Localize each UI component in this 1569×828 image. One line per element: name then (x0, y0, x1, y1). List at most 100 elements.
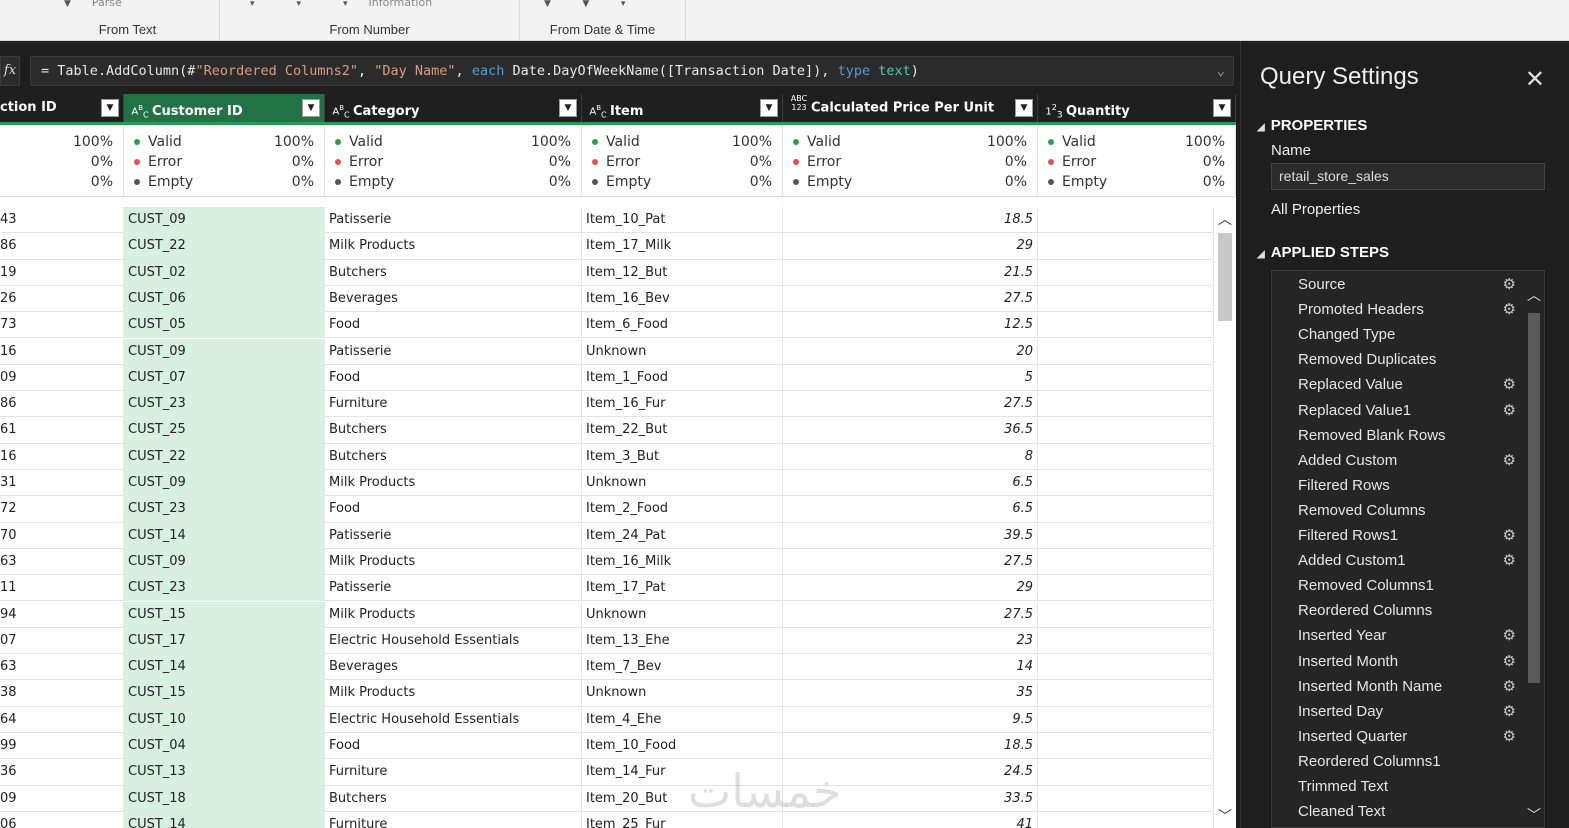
table-row[interactable]: 31 CUST_09 Milk Products Unknown 6.5 (0, 470, 1214, 497)
applied-step[interactable]: Removed Columns1 (1272, 573, 1524, 598)
column-type-icon[interactable]: ABC 123 (787, 94, 811, 122)
gear-icon[interactable]: ⚙ (1503, 548, 1516, 573)
table-cell[interactable]: Food (325, 364, 582, 391)
table-cell[interactable]: Electric Household Essentials (325, 706, 582, 733)
filter-dropdown-icon[interactable]: ▼ (101, 99, 119, 117)
table-cell[interactable]: Unknown (582, 601, 783, 628)
table-cell[interactable] (1038, 285, 1214, 312)
column-header-3[interactable]: ABC Category ▼ (325, 94, 582, 122)
table-row[interactable]: 72 CUST_23 Food Item_2_Food 6.5 (0, 496, 1214, 523)
applied-step[interactable]: Removed Duplicates (1272, 347, 1524, 372)
table-cell[interactable]: CUST_23 (124, 391, 325, 418)
table-cell[interactable]: Item_17_Pat (582, 575, 783, 602)
table-cell[interactable]: 39.5 (783, 522, 1038, 549)
table-cell[interactable]: Item_22_But (582, 417, 783, 444)
table-cell[interactable]: CUST_02 (124, 259, 325, 286)
table-cell[interactable]: 73 (0, 312, 124, 339)
table-cell[interactable]: Milk Products (325, 470, 582, 496)
table-cell[interactable]: 72 (0, 496, 124, 523)
table-cell[interactable]: 14 (783, 654, 1038, 681)
filter-dropdown-icon[interactable]: ▼ (559, 99, 577, 117)
applied-step[interactable]: Inserted Month ⚙ (1272, 649, 1524, 674)
table-row[interactable]: 63 CUST_14 Beverages Item_7_Bev 14 (0, 654, 1214, 681)
scroll-thumb[interactable] (1218, 233, 1232, 321)
gear-icon[interactable]: ⚙ (1503, 724, 1516, 749)
dropdown-icon[interactable]: ▾ (621, 0, 626, 9)
table-cell[interactable]: 36.5 (783, 417, 1038, 444)
table-cell[interactable]: 99 (0, 733, 124, 759)
table-cell[interactable] (1038, 680, 1214, 707)
table-row[interactable]: 07 CUST_17 Electric Household Essentials It… (0, 627, 1214, 655)
table-cell[interactable]: Furniture (325, 811, 582, 828)
table-cell[interactable]: Item_16_Fur (582, 391, 783, 418)
table-cell[interactable]: 6.5 (783, 470, 1038, 496)
applied-step[interactable]: Added Custom1 ⚙ (1272, 548, 1524, 573)
table-cell[interactable]: Patisserie (325, 338, 582, 365)
dropdown-icon[interactable]: ▾ (250, 0, 255, 9)
applied-step[interactable]: Cleaned Text (1272, 799, 1524, 824)
table-cell[interactable]: 18.5 (783, 207, 1038, 233)
applied-step[interactable]: Source ⚙ (1272, 272, 1524, 297)
table-row[interactable]: 86 CUST_22 Milk Products Item_17_Milk 29 (0, 233, 1214, 260)
table-cell[interactable]: 19 (0, 259, 124, 286)
dropdown-icon[interactable]: ▼ (544, 0, 551, 9)
applied-step[interactable]: Inserted Year ⚙ (1272, 623, 1524, 648)
table-cell[interactable] (1038, 443, 1214, 470)
applied-step[interactable]: Reordered Columns1 (1272, 749, 1524, 774)
table-cell[interactable]: 09 (0, 364, 124, 391)
table-row[interactable]: 16 CUST_22 Butchers Item_3_But 8 (0, 443, 1214, 470)
gear-icon[interactable]: ⚙ (1503, 699, 1516, 724)
gear-icon[interactable]: ⚙ (1503, 448, 1516, 473)
table-cell[interactable] (1038, 759, 1214, 786)
table-cell[interactable]: Butchers (325, 785, 582, 812)
table-cell[interactable]: CUST_09 (124, 338, 325, 365)
applied-step[interactable]: Promoted Headers ⚙ (1272, 297, 1524, 322)
table-cell[interactable]: Patisserie (325, 575, 582, 602)
table-row[interactable]: 70 CUST_14 Patisserie Item_24_Pat 39.5 (0, 522, 1214, 549)
table-row[interactable]: 06 CUST_14 Furniture Item_25_Fur 41 (0, 811, 1214, 828)
column-header-6[interactable]: 123 Quantity ▼ (1038, 94, 1236, 122)
table-cell[interactable]: Milk Products (325, 233, 582, 260)
table-cell[interactable]: CUST_14 (124, 654, 325, 681)
table-cell[interactable] (1038, 312, 1214, 339)
table-row[interactable]: 16 CUST_09 Patisserie Unknown 20 (0, 338, 1214, 365)
table-cell[interactable]: Unknown (582, 470, 783, 496)
gear-icon[interactable]: ⚙ (1503, 649, 1516, 674)
filter-dropdown-icon[interactable]: ▼ (1213, 99, 1231, 117)
table-cell[interactable]: Butchers (325, 417, 582, 444)
formula-bar[interactable]: = Table.AddColumn(#"Reordered Columns2",… (30, 56, 1234, 86)
parse-button[interactable]: Parse (92, 0, 122, 9)
table-cell[interactable]: 12.5 (783, 312, 1038, 339)
column-header-2[interactable]: ABC Customer ID ▼ (124, 94, 325, 122)
gear-icon[interactable]: ⚙ (1503, 398, 1516, 423)
table-cell[interactable]: 94 (0, 601, 124, 628)
table-cell[interactable]: Butchers (325, 443, 582, 470)
table-cell[interactable]: Item_12_But (582, 259, 783, 286)
table-row[interactable]: 64 CUST_10 Electric Household Essentials It… (0, 706, 1214, 733)
grid-vertical-scrollbar[interactable]: ︿ ﹀ (1214, 207, 1236, 828)
table-cell[interactable]: Beverages (325, 285, 582, 312)
table-cell[interactable]: CUST_25 (124, 417, 325, 444)
table-row[interactable]: 63 CUST_09 Milk Products Item_16_Milk 27.5 (0, 548, 1214, 576)
table-cell[interactable]: Beverages (325, 654, 582, 681)
applied-step[interactable]: Inserted Day ⚙ (1272, 699, 1524, 724)
table-cell[interactable]: 35 (783, 680, 1038, 707)
applied-steps-section[interactable]: ◢ APPLIED STEPS (1257, 244, 1389, 261)
scroll-thumb[interactable] (1528, 313, 1540, 683)
table-cell[interactable]: 27.5 (783, 601, 1038, 628)
gear-icon[interactable]: ⚙ (1503, 297, 1516, 322)
collapse-triangle-icon[interactable]: ◢ (1257, 249, 1265, 260)
table-cell[interactable]: Milk Products (325, 548, 582, 575)
applied-step[interactable]: Inserted Month Name ⚙ (1272, 674, 1524, 699)
column-header-4[interactable]: ABC Item ▼ (582, 94, 783, 122)
chevron-down-icon[interactable]: ﹀ (1524, 805, 1544, 825)
table-cell[interactable]: Item_6_Food (582, 312, 783, 339)
applied-step[interactable]: Removed Columns (1272, 498, 1524, 523)
table-cell[interactable]: 86 (0, 233, 124, 260)
table-cell[interactable]: 16 (0, 338, 124, 365)
table-cell[interactable]: 36 (0, 759, 124, 786)
table-row[interactable]: 11 CUST_23 Patisserie Item_17_Pat 29 (0, 575, 1214, 602)
table-row[interactable]: 19 CUST_02 Butchers Item_12_But 21.5 (0, 259, 1214, 286)
table-cell[interactable] (1038, 733, 1214, 759)
applied-step[interactable]: Replaced Value1 ⚙ (1272, 398, 1524, 423)
